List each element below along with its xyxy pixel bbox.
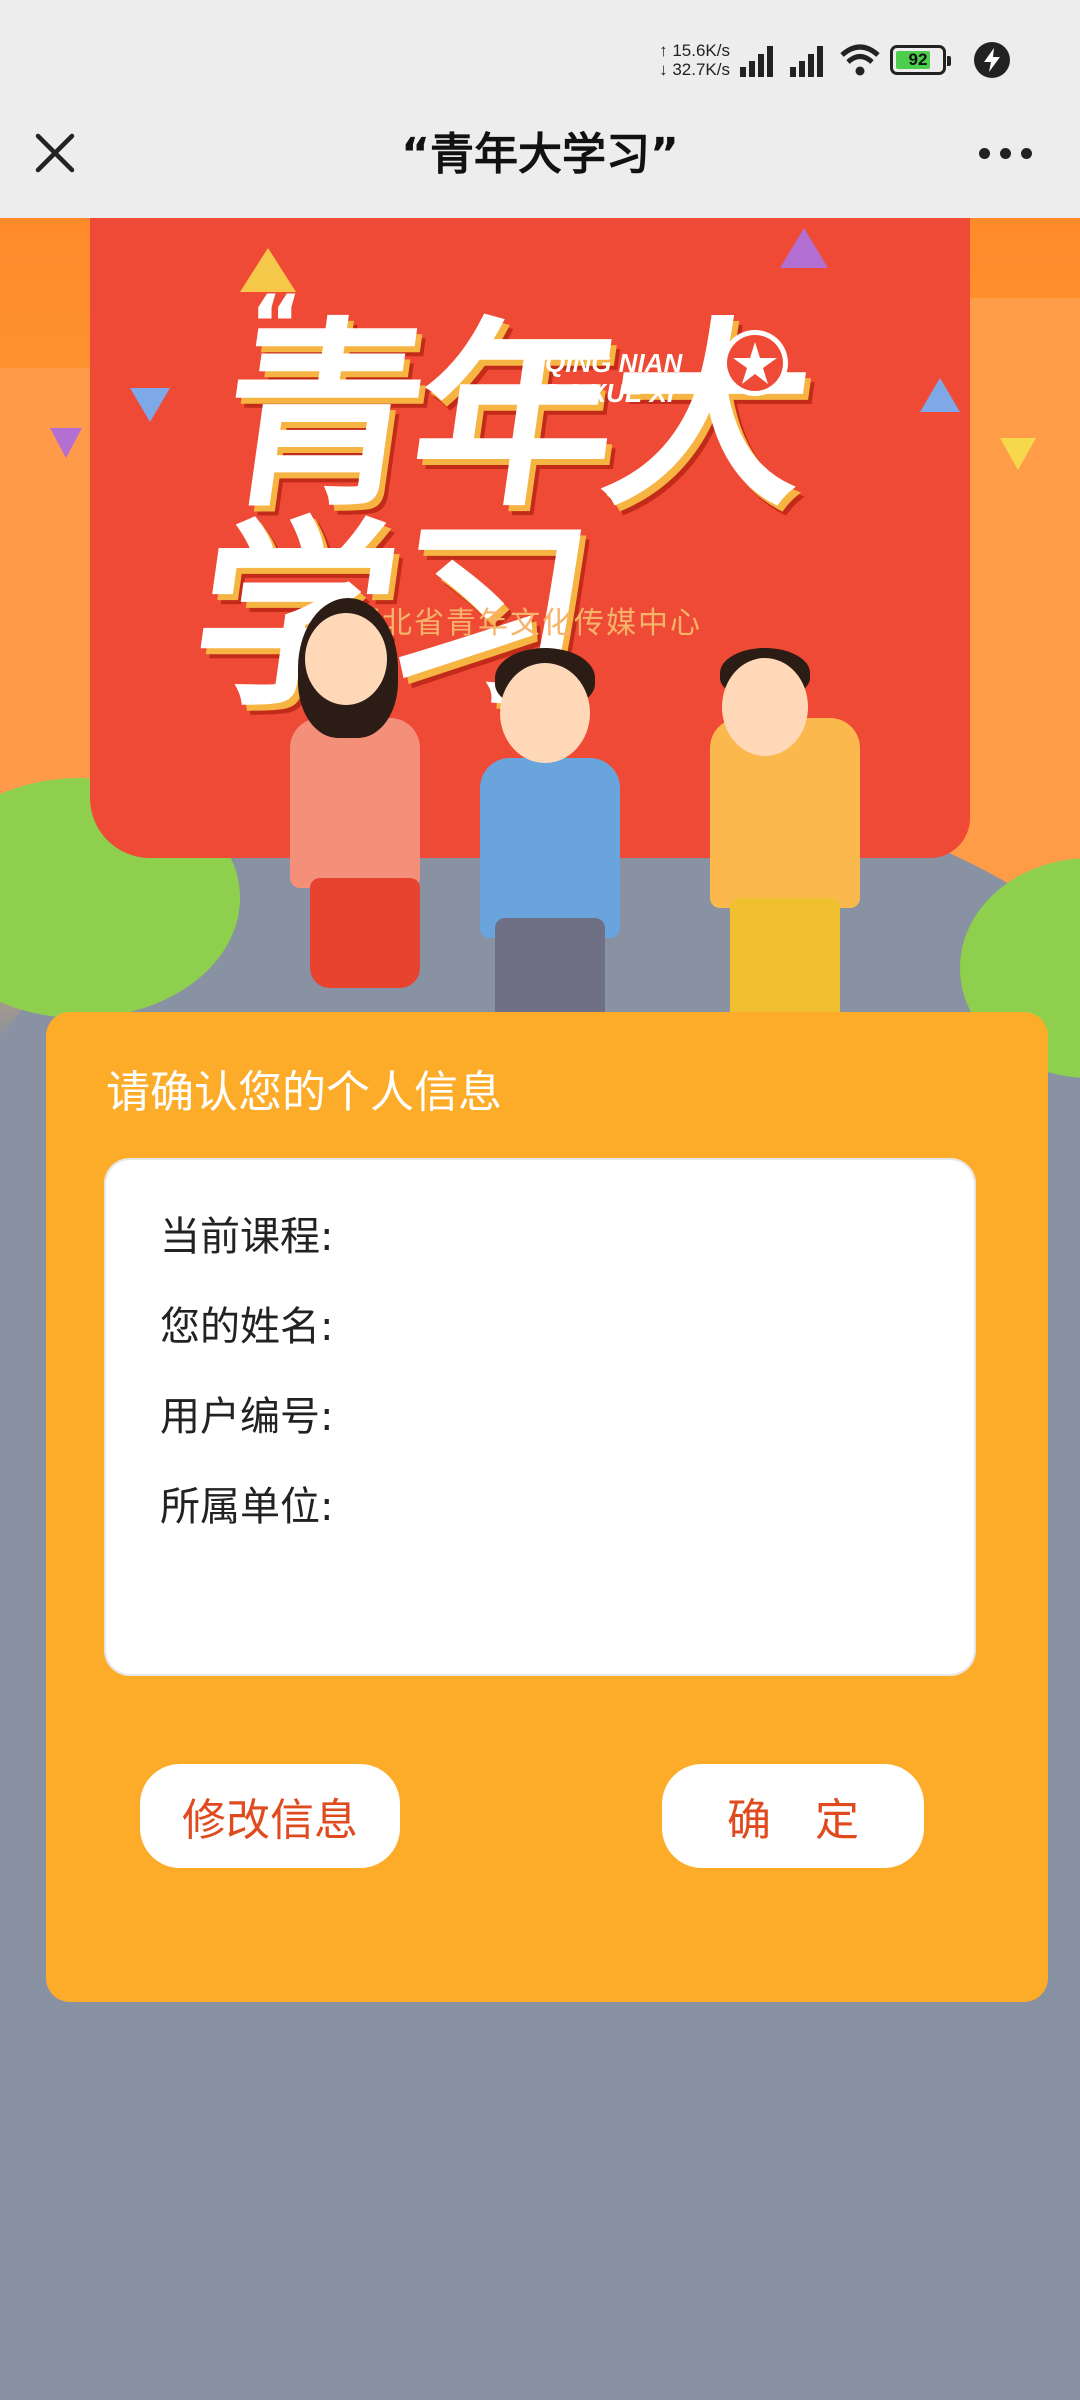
edit-info-button[interactable]: 修改信息: [140, 1764, 400, 1868]
battery-icon: 92: [890, 45, 951, 75]
network-speed: ↑ 15.6K/s ↓ 32.7K/s: [659, 41, 730, 79]
battery-level: 92: [908, 50, 928, 69]
top-bar: ↑ 15.6K/s ↓ 32.7K/s 92 “青年大学习”: [0, 0, 1080, 218]
info-panel: 当前课程: 您的姓名: 用户编号: 所属单位:: [104, 1158, 976, 1676]
info-card: 请确认您的个人信息 当前课程: 您的姓名: 用户编号: 所属单位: 修改信息 确…: [46, 1012, 1048, 2002]
field-label: 当前课程:: [160, 1214, 334, 1260]
wifi-icon: [840, 43, 880, 77]
signal-icon: [740, 43, 780, 77]
unit-row: 所属单位:: [160, 1474, 333, 1532]
upload-speed: 15.6K/s: [672, 41, 730, 60]
banner-subtitle: 湖北省青年文化传媒中心: [350, 606, 702, 641]
charging-icon: [974, 42, 1010, 78]
name-row: 您的姓名:: [160, 1294, 333, 1352]
field-label: 您的姓名:: [160, 1304, 334, 1350]
download-speed: 32.7K/s: [672, 60, 730, 79]
page-title: “青年大学习”: [401, 129, 679, 180]
field-label: 所属单位:: [160, 1484, 334, 1530]
confirm-button[interactable]: 确 定: [662, 1764, 924, 1868]
status-bar: ↑ 15.6K/s ↓ 32.7K/s 92: [659, 34, 1010, 86]
more-icon[interactable]: [979, 148, 1032, 159]
card-title: 请确认您的个人信息: [106, 1067, 502, 1118]
user-id-row: 用户编号:: [160, 1384, 333, 1442]
course-row: 当前课程:: [160, 1204, 333, 1262]
signal-icon: [790, 43, 830, 77]
star-emblem-icon: [722, 330, 788, 396]
banner-pinyin: QING NIAN DA XUE XI: [545, 348, 683, 408]
field-label: 用户编号:: [160, 1394, 334, 1440]
